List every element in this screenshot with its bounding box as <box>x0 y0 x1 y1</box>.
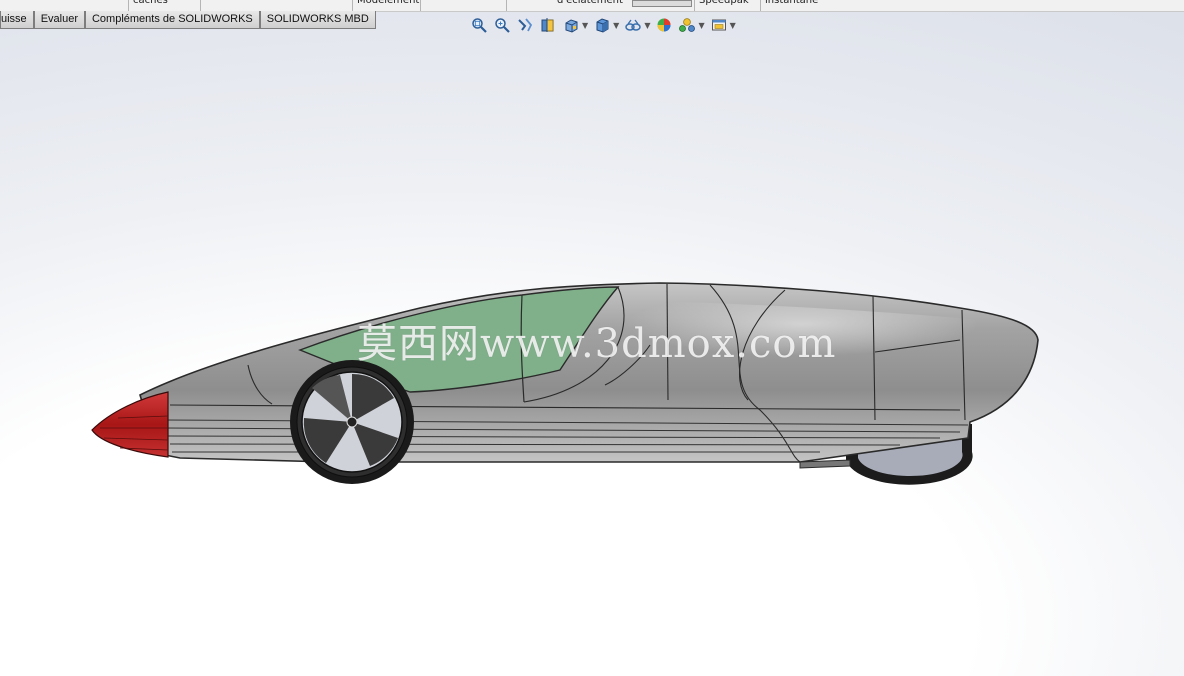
nose-cone <box>91 391 169 458</box>
rear-skirt <box>799 459 851 469</box>
front-wheel <box>290 360 414 484</box>
watermark-text: 莫西网www.3dmox.com <box>357 321 837 367</box>
